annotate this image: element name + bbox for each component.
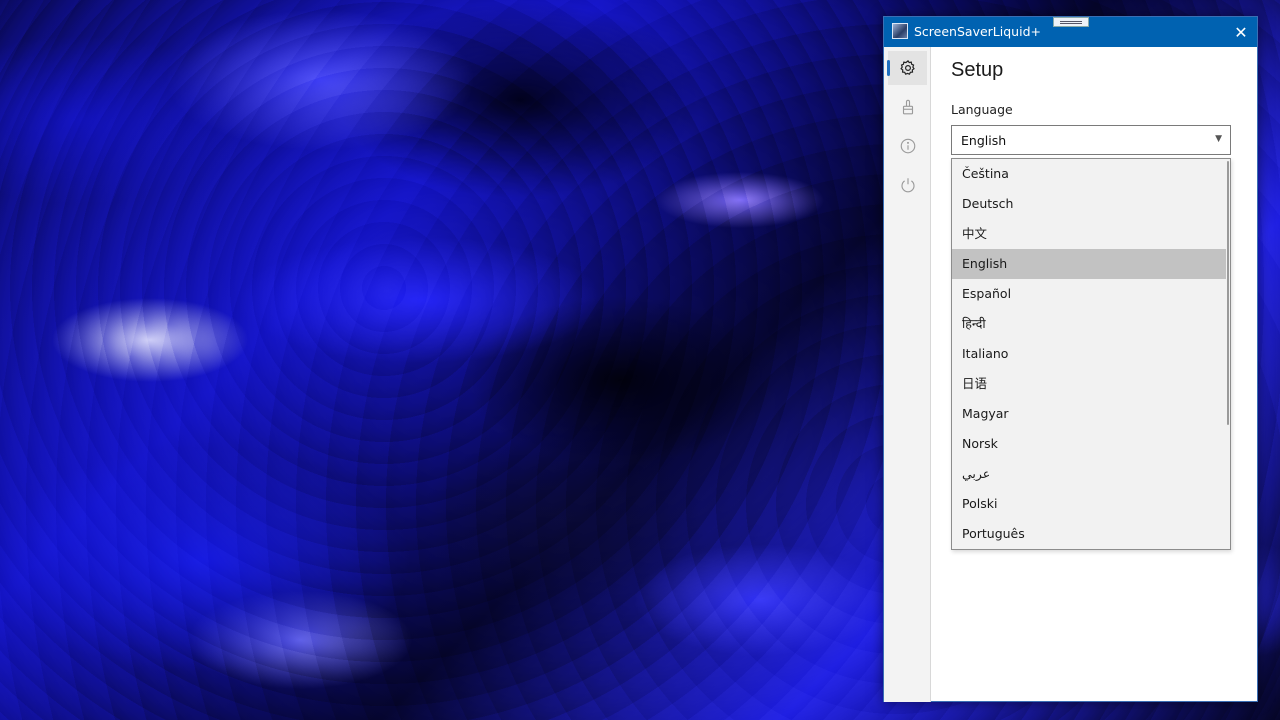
- info-icon: [900, 138, 915, 154]
- dropdown-option[interactable]: 日语: [952, 369, 1226, 399]
- chevron-down-icon: ▼: [1215, 134, 1222, 144]
- dropdown-option[interactable]: हिन्दी: [952, 309, 1226, 339]
- dropdown-option[interactable]: Deutsch: [952, 189, 1226, 219]
- language-dropdown-list[interactable]: Čeština Deutsch 中文 English Español हिन्द…: [951, 158, 1231, 550]
- dropdown-option-selected[interactable]: English: [952, 249, 1226, 279]
- page-title: Setup: [951, 59, 1004, 81]
- power-icon: [900, 178, 915, 193]
- nav-item-info[interactable]: [888, 129, 927, 163]
- close-button[interactable]: ✕: [1225, 17, 1257, 47]
- dropdown-option[interactable]: Português: [952, 519, 1226, 549]
- dropdown-option[interactable]: Čeština: [952, 159, 1226, 189]
- window-title: ScreenSaverLiquid+: [914, 24, 1041, 39]
- sidebar-nav: [884, 47, 931, 702]
- title-bar[interactable]: ScreenSaverLiquid+ ✕: [884, 17, 1257, 47]
- gear-icon: [899, 59, 915, 75]
- dropdown-option[interactable]: Norsk: [952, 429, 1226, 459]
- app-icon: [892, 23, 908, 39]
- language-select-value: English: [961, 133, 1007, 148]
- app-window: ScreenSaverLiquid+ ✕ Setup Language Engl…: [883, 16, 1258, 702]
- setup-panel: Setup Language English ▼ Čeština Deutsch…: [931, 47, 1257, 702]
- nav-item-settings[interactable]: [887, 51, 927, 85]
- dropdown-option[interactable]: Polski: [952, 489, 1226, 519]
- dropdown-scrollbar[interactable]: [1227, 161, 1229, 425]
- brush-icon: [902, 99, 913, 115]
- nav-item-power[interactable]: [888, 168, 927, 202]
- dropdown-option[interactable]: Italiano: [952, 339, 1226, 369]
- language-select[interactable]: English ▼: [951, 125, 1231, 155]
- dropdown-option[interactable]: عربي: [952, 459, 1226, 489]
- dropdown-option[interactable]: 中文: [952, 219, 1226, 249]
- dropdown-option[interactable]: Español: [952, 279, 1226, 309]
- dropdown-option[interactable]: Magyar: [952, 399, 1226, 429]
- nav-item-brush[interactable]: [888, 90, 927, 124]
- language-label: Language: [951, 102, 1013, 117]
- drag-grip-handle[interactable]: [1053, 17, 1089, 27]
